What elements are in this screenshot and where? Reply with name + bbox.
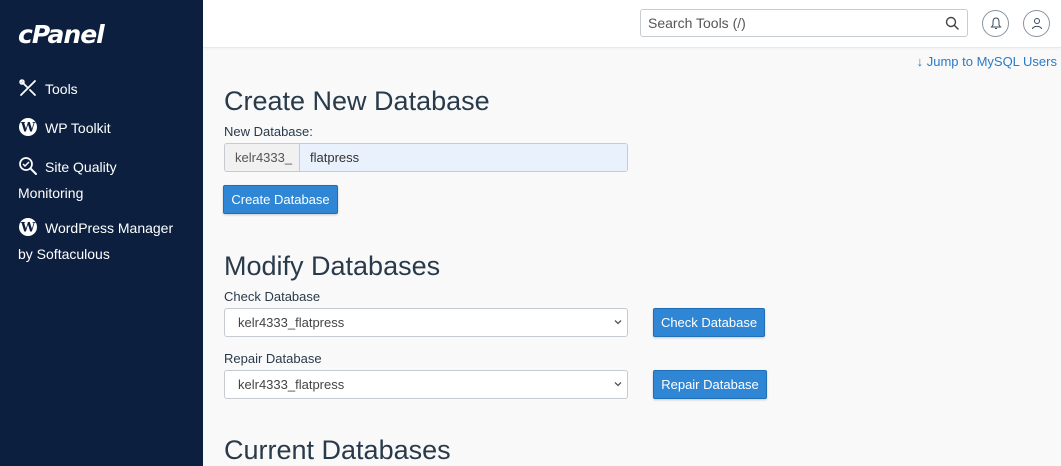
repair-database-selected: kelr4333_flatpress: [238, 377, 345, 392]
check-database-select[interactable]: kelr4333_flatpress: [224, 308, 628, 337]
sidebar-item-tools[interactable]: Tools: [18, 76, 78, 102]
sidebar-item-site-quality[interactable]: Site Quality Monitoring: [18, 154, 117, 206]
check-database-button[interactable]: Check Database: [653, 308, 765, 337]
repair-database-label: Repair Database: [224, 351, 322, 366]
repair-database-select[interactable]: kelr4333_flatpress: [224, 370, 628, 399]
sidebar-item-label: WordPress Manager: [45, 220, 174, 236]
top-header: [203, 0, 1061, 48]
site-quality-icon: [18, 156, 38, 176]
modify-databases-heading: Modify Databases: [224, 251, 441, 281]
wordpress-icon: W: [18, 217, 38, 237]
search-input[interactable]: [648, 15, 938, 31]
new-database-input[interactable]: [300, 144, 627, 171]
database-prefix: kelr4333_: [225, 144, 300, 171]
svg-text:W: W: [20, 221, 36, 236]
new-database-field: kelr4333_: [224, 143, 628, 172]
new-database-label: New Database:: [224, 124, 313, 139]
create-database-button[interactable]: Create Database: [223, 185, 338, 214]
search-icon[interactable]: [945, 16, 959, 30]
repair-database-button[interactable]: Repair Database: [653, 370, 767, 399]
svg-text:W: W: [20, 121, 36, 136]
notifications-button[interactable]: [982, 10, 1009, 37]
jump-to-mysql-users-link[interactable]: ↓ Jump to MySQL Users: [917, 54, 1057, 69]
current-databases-heading: Current Databases: [224, 435, 451, 465]
bell-icon: [990, 17, 1002, 29]
user-menu-button[interactable]: [1023, 10, 1050, 37]
chevron-down-icon: [614, 382, 622, 387]
user-icon: [1032, 18, 1042, 30]
sidebar: cPanel Tools W WP Toolkit Site Quality M…: [0, 0, 203, 466]
sidebar-item-label-line2: by Softaculous: [18, 246, 110, 262]
sidebar-item-wordpress-manager[interactable]: W WordPress Manager by Softaculous: [18, 215, 173, 267]
check-database-selected: kelr4333_flatpress: [238, 315, 345, 330]
search-tools[interactable]: [640, 9, 968, 37]
sidebar-item-label-line2: Monitoring: [18, 185, 84, 201]
sidebar-item-label: Site Quality: [45, 159, 117, 175]
sidebar-item-wp-toolkit[interactable]: W WP Toolkit: [18, 115, 111, 141]
wordpress-icon: W: [18, 117, 38, 137]
tools-icon: [18, 78, 38, 98]
create-database-heading: Create New Database: [224, 86, 490, 116]
check-database-label: Check Database: [224, 289, 321, 304]
sidebar-item-label: WP Toolkit: [45, 120, 111, 136]
arrow-down-icon: ↓: [916, 54, 924, 69]
chevron-down-icon: [614, 320, 622, 325]
sidebar-item-label: Tools: [45, 81, 78, 97]
cpanel-logo[interactable]: cPanel: [18, 20, 105, 49]
